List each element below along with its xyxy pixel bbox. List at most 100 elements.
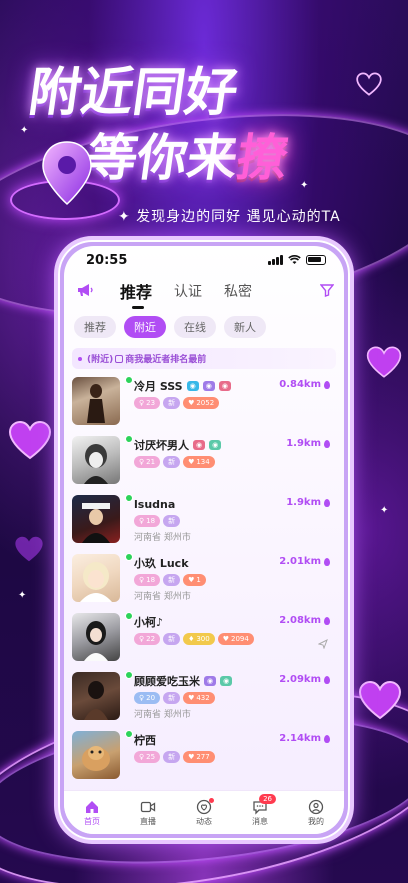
filter-chips: 推荐 附近 在线 新人 <box>64 308 344 342</box>
heat-badge: ♥ 277 <box>183 751 215 763</box>
list-item[interactable]: 小玖 Luck 2.01km ♀ 18 新 ♥ 1 河南省 郑州市 <box>72 550 336 609</box>
level-badge: 新 <box>163 633 181 645</box>
location-pin-icon <box>42 141 92 206</box>
distance: 0.84km <box>279 379 330 390</box>
user-name: lsudna <box>134 497 176 511</box>
person-icon <box>115 354 124 363</box>
avatar-photo <box>84 621 108 661</box>
pin-icon <box>324 675 330 684</box>
tab-live[interactable]: 直播 <box>128 799 168 827</box>
avatar-photo <box>82 503 110 543</box>
real-person-icon: ◉ <box>218 381 231 391</box>
tab-verified[interactable]: 认证 <box>174 281 202 301</box>
online-indicator <box>125 730 133 738</box>
pin-icon <box>324 557 330 566</box>
avatar-photo <box>84 444 108 484</box>
filter-icon[interactable] <box>320 283 334 297</box>
avatar[interactable] <box>72 554 120 602</box>
age-badge: ♀ 25 <box>134 751 161 763</box>
list-item[interactable]: 柠西 2.14km ♀ 25 新 ♥ 277 <box>72 727 336 786</box>
distance: 1.9km <box>286 497 330 508</box>
chip-recommend[interactable]: 推荐 <box>74 316 116 338</box>
pin-icon <box>324 734 330 743</box>
level-badge: 新 <box>163 456 181 468</box>
avatar-photo <box>84 681 108 720</box>
notice-text: 商我最近者排名最前 <box>125 355 207 365</box>
heat-badge: ♥ 432 <box>183 692 215 704</box>
chip-new[interactable]: 新人 <box>224 316 266 338</box>
age-badge: ♀ 21 <box>134 456 161 468</box>
unread-dot <box>209 797 214 803</box>
chip-nearby[interactable]: 附近 <box>124 316 166 338</box>
status-bar: 20:55 <box>64 246 344 274</box>
distance: 1.9km <box>286 438 330 449</box>
avatar[interactable] <box>72 436 120 484</box>
online-indicator <box>125 376 133 384</box>
user-name: 小柯♪ <box>134 616 164 629</box>
age-badge: ♀ 20 <box>134 692 161 704</box>
send-message-icon[interactable] <box>318 639 328 649</box>
megaphone-icon[interactable] <box>76 282 94 298</box>
pin-icon <box>324 616 330 625</box>
age-badge: ♀ 23 <box>134 397 161 409</box>
distance-value: 2.01km <box>279 556 321 567</box>
bottom-tab-bar: 首页 直播 动态 26 消息 我的 <box>64 790 344 834</box>
pin-icon <box>324 439 330 448</box>
sort-notice: (附近) 商我最近者排名最前 <box>72 348 336 369</box>
user-list: 冷月 SSS ◉ ◉ ◉ 0.84km ♀ 23 新 ♥ 2052 讨厌坏男人 … <box>64 373 344 786</box>
user-name: 顾顾爱吃玉米 <box>134 675 200 688</box>
top-navigation: 推荐 认证 私密 <box>64 274 344 309</box>
avatar[interactable] <box>72 672 120 720</box>
distance-value: 1.9km <box>286 497 321 508</box>
online-indicator <box>125 553 133 561</box>
sparkle-icon: ✦ <box>300 180 309 191</box>
avatar[interactable] <box>72 495 120 543</box>
face-verified-icon: ◉ <box>202 381 215 391</box>
tab-profile[interactable]: 我的 <box>296 799 336 827</box>
tab-recommend[interactable]: 推荐 <box>120 279 152 309</box>
distance: 2.09km <box>279 674 330 685</box>
online-indicator <box>125 612 133 620</box>
verified-id-icon: ◉ <box>186 381 199 391</box>
tab-messages[interactable]: 26 消息 <box>240 793 280 827</box>
list-item[interactable]: lsudna 1.9km ♀ 18 新 河南省 郑州市 <box>72 491 336 550</box>
heat-badge: ♥ 2052 <box>183 397 220 409</box>
level-badge: 新 <box>163 574 181 586</box>
vip-icon: ◉ <box>209 440 222 450</box>
tab-messages-label: 消息 <box>252 816 268 826</box>
chip-online[interactable]: 在线 <box>174 316 216 338</box>
list-item[interactable]: 讨厌坏男人 ◉ ◉ 1.9km ♀ 21 新 ♥ 134 <box>72 432 336 491</box>
avatar[interactable] <box>72 731 120 779</box>
heat-badge: ♥ 2094 <box>217 633 254 645</box>
heat-badge: ♥ 1 <box>183 574 206 586</box>
tab-home[interactable]: 首页 <box>72 799 112 827</box>
heart-icon <box>356 72 382 96</box>
notice-dot-icon <box>78 356 82 361</box>
distance-value: 1.9km <box>286 438 321 449</box>
heart-icon <box>15 536 43 562</box>
age-badge: ♀ 22 <box>134 633 161 645</box>
promo-headline-2-highlight: 撩 <box>233 129 292 187</box>
notice-prefix: (附近) <box>87 355 114 365</box>
tab-moments-label: 动态 <box>196 816 212 826</box>
status-time: 20:55 <box>86 252 128 268</box>
avatar-photo <box>80 562 112 602</box>
promo-subline: ✦ 发现身边的同好 遇见心动的TA <box>118 209 341 225</box>
user-name: 小玖 Luck <box>134 557 189 570</box>
promo-headline-2-text: 等你来 <box>83 129 242 187</box>
list-item[interactable]: 顾顾爱吃玉米 ◉ ◉ 2.09km ♀ 20 新 ♥ 432 河南省 郑州市 <box>72 668 336 727</box>
unread-count-badge: 26 <box>259 793 276 804</box>
face-verified-icon: ◉ <box>204 676 217 686</box>
tab-private[interactable]: 私密 <box>224 281 252 301</box>
online-indicator <box>125 494 133 502</box>
level-badge: 新 <box>163 397 181 409</box>
tab-moments[interactable]: 动态 <box>184 797 224 827</box>
avatar[interactable] <box>72 377 120 425</box>
avatar[interactable] <box>72 613 120 661</box>
vip-icon: ◉ <box>220 676 233 686</box>
list-item[interactable]: 冷月 SSS ◉ ◉ ◉ 0.84km ♀ 23 新 ♥ 2052 <box>72 373 336 432</box>
list-item[interactable]: 小柯♪ 2.08km ♀ 22 新 ♦ 300 ♥ 2094 <box>72 609 336 668</box>
promo-headline-2: 等你来撩 <box>83 118 293 190</box>
distance: 2.01km <box>279 556 330 567</box>
profile-icon <box>308 799 324 814</box>
